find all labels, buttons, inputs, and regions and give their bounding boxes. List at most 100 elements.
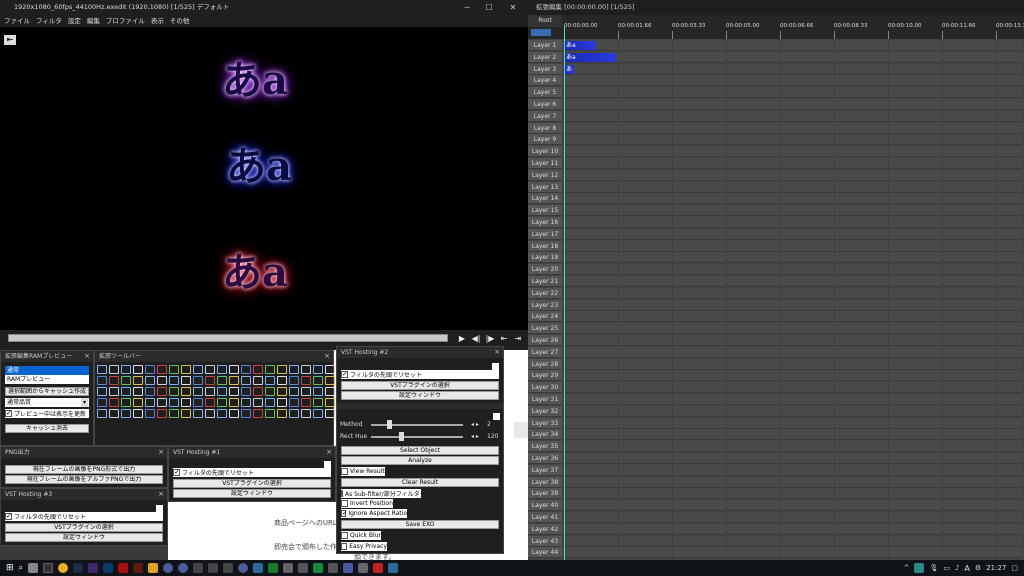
- clear-cache-button[interactable]: キャッシュ消去: [5, 424, 89, 433]
- app-icon[interactable]: [163, 563, 174, 573]
- layer-header[interactable]: Layer 12: [528, 169, 562, 181]
- search-app-icon[interactable]: [148, 563, 159, 573]
- layer-row[interactable]: [564, 252, 1022, 264]
- tool-icon[interactable]: [109, 376, 119, 385]
- recthue-slider-thumb[interactable]: [399, 432, 404, 441]
- tool-icon[interactable]: [265, 365, 275, 374]
- invert-position-checkbox[interactable]: Invert Position: [341, 499, 393, 508]
- photoshop-icon[interactable]: [103, 563, 114, 573]
- layer-row[interactable]: [564, 228, 1022, 240]
- layer-row[interactable]: [564, 500, 1022, 512]
- tool-icon[interactable]: [217, 387, 227, 396]
- menu-profile[interactable]: プロファイル: [106, 15, 145, 27]
- menu-edit[interactable]: 編集: [87, 15, 100, 27]
- notification-icon[interactable]: ▢: [1011, 564, 1018, 572]
- microphone-icon[interactable]: 🎙: [929, 564, 938, 572]
- app-icon[interactable]: [358, 563, 369, 573]
- tool-icon[interactable]: [97, 409, 107, 418]
- tool-icon[interactable]: [97, 387, 107, 396]
- gear-icon[interactable]: ⚙: [975, 564, 981, 572]
- timeline-clip[interactable]: あa: [564, 52, 616, 62]
- layer-header[interactable]: Layer 1: [528, 40, 562, 51]
- layer-header[interactable]: Layer 31: [528, 394, 562, 405]
- method-slider[interactable]: [371, 424, 463, 426]
- steam-icon[interactable]: [253, 563, 264, 573]
- layer-header[interactable]: Layer 32: [528, 405, 562, 417]
- tool-icon[interactable]: [325, 409, 335, 418]
- layer-row[interactable]: [564, 193, 1022, 205]
- app-icon[interactable]: [343, 563, 354, 573]
- tool-icon[interactable]: [265, 376, 275, 385]
- jump-start-icon[interactable]: ⇤: [498, 334, 510, 344]
- layer-row[interactable]: [564, 134, 1022, 146]
- tool-icon[interactable]: [325, 365, 335, 374]
- maximize-button[interactable]: ☐: [478, 0, 500, 15]
- quick-blur-checkbox[interactable]: Quick Blur: [341, 531, 381, 540]
- view-result-checkbox[interactable]: View Result: [341, 467, 385, 476]
- prev-frame-icon[interactable]: ◀|: [470, 334, 482, 344]
- layer-row[interactable]: [564, 512, 1022, 523]
- layer-header[interactable]: Layer 35: [528, 441, 562, 453]
- tool-icon[interactable]: [145, 376, 155, 385]
- vst2-settings-window-button[interactable]: 設定ウィンドウ: [341, 391, 499, 400]
- layer-header[interactable]: Layer 33: [528, 417, 562, 429]
- layer-header[interactable]: Layer 11: [528, 158, 562, 169]
- menu-settings[interactable]: 設定: [68, 15, 81, 27]
- tool-icon[interactable]: [109, 365, 119, 374]
- tool-icon[interactable]: [289, 376, 299, 385]
- tool-icon[interactable]: [229, 409, 239, 418]
- tool-icon[interactable]: [181, 365, 191, 374]
- task-view-icon[interactable]: [28, 563, 39, 573]
- layer-row[interactable]: [564, 122, 1022, 134]
- layer-row[interactable]: [564, 453, 1022, 464]
- tool-icon[interactable]: [313, 387, 323, 396]
- tool-icon[interactable]: [289, 409, 299, 418]
- tool-icon[interactable]: [289, 365, 299, 374]
- vst1-reset-checkbox[interactable]: フィルタの先頭でリセット: [173, 468, 331, 477]
- tray-chevron-icon[interactable]: ^: [904, 564, 910, 572]
- layer-header[interactable]: Layer 21: [528, 276, 562, 287]
- layer-row[interactable]: [564, 87, 1022, 99]
- layer-row[interactable]: [564, 217, 1022, 228]
- close-icon[interactable]: ×: [158, 447, 164, 458]
- tool-icon[interactable]: [241, 365, 251, 374]
- tool-icon[interactable]: [169, 387, 179, 396]
- save-exo-button[interactable]: Save EXO: [341, 520, 499, 529]
- tool-icon[interactable]: [169, 365, 179, 374]
- layer-header[interactable]: Layer 41: [528, 512, 562, 523]
- menu-filter[interactable]: フィルタ: [36, 15, 62, 27]
- tool-icon[interactable]: [241, 398, 251, 407]
- layer-row[interactable]: [564, 99, 1022, 110]
- layer-row[interactable]: [564, 476, 1022, 488]
- menu-view[interactable]: 表示: [151, 15, 164, 27]
- update-during-preview-checkbox[interactable]: プレビュー中は表示を更新: [5, 409, 89, 418]
- tool-icon[interactable]: [289, 398, 299, 407]
- next-frame-icon[interactable]: |▶: [484, 334, 496, 344]
- tool-icon[interactable]: [313, 398, 323, 407]
- vst3-select-plugin-button[interactable]: VSTプラグインの選択: [5, 523, 163, 532]
- tool-icon[interactable]: [205, 376, 215, 385]
- layer-header[interactable]: Layer 42: [528, 523, 562, 535]
- layer-header[interactable]: Layer 36: [528, 453, 562, 464]
- tool-icon[interactable]: [121, 398, 131, 407]
- tray-app-icon[interactable]: [914, 563, 925, 573]
- tool-icon[interactable]: [265, 398, 275, 407]
- vst3-settings-window-button[interactable]: 設定ウィンドウ: [5, 533, 163, 542]
- app-icon[interactable]: [178, 563, 189, 573]
- layer-header[interactable]: Layer 26: [528, 335, 562, 346]
- app-icon[interactable]: [328, 563, 339, 573]
- timeline-clip[interactable]: あa: [564, 64, 574, 82]
- tool-icon[interactable]: [157, 387, 167, 396]
- tool-icon[interactable]: [181, 387, 191, 396]
- layer-row[interactable]: [564, 264, 1022, 276]
- tool-icon[interactable]: [97, 398, 107, 407]
- ime-indicator[interactable]: A: [964, 564, 969, 573]
- tool-icon[interactable]: [253, 398, 263, 407]
- vst3-enable-box[interactable]: [156, 505, 163, 512]
- tool-icon[interactable]: [133, 398, 143, 407]
- layer-header[interactable]: Layer 22: [528, 287, 562, 299]
- tool-icon[interactable]: [325, 376, 335, 385]
- minimize-button[interactable]: ─: [456, 0, 478, 15]
- list-item[interactable]: RAMプレビュー: [5, 375, 89, 384]
- tool-icon[interactable]: [109, 398, 119, 407]
